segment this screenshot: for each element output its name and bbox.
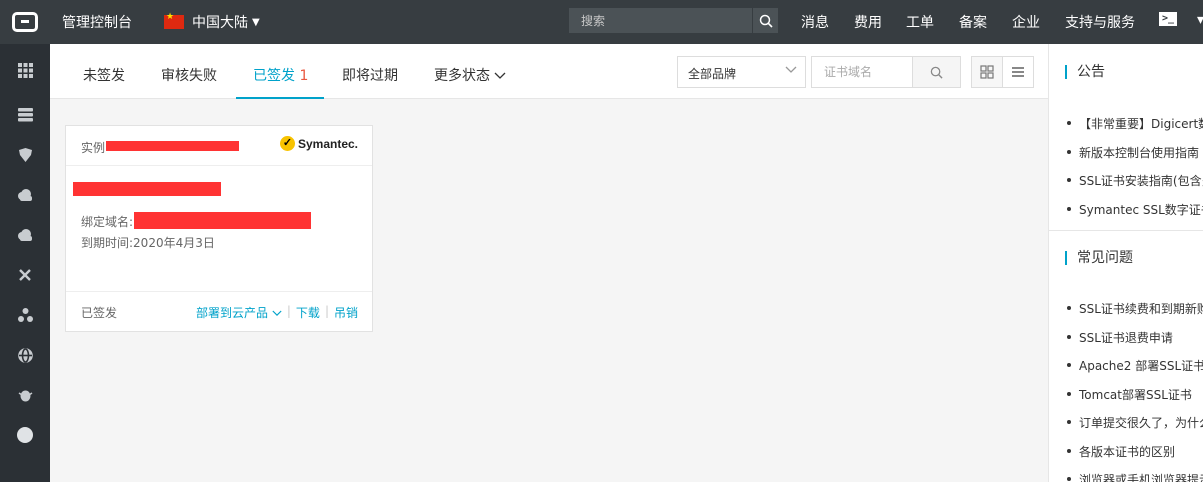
more-icon[interactable]: ▾ [1197, 12, 1203, 28]
redacted-instance-id [106, 141, 239, 151]
cert-domain-input[interactable] [812, 57, 912, 87]
tab-not-issued[interactable]: 未签发 [83, 65, 125, 99]
chevron-down-icon [494, 72, 506, 79]
grid-icon[interactable] [17, 62, 33, 78]
region-label: 中国大陆 [192, 15, 248, 31]
tab-issued[interactable]: 已签发 1 [236, 65, 324, 99]
expiry-label: 到期时间: [81, 236, 134, 250]
main-content: 未签发 审核失败 已签发 1 即将过期 更多状态 全部品牌 实例 ✓ [50, 44, 1048, 482]
console-link[interactable]: 管理控制台 [62, 12, 132, 32]
deploy-to-cloud-link[interactable]: 部署到云产品 [196, 304, 282, 321]
cert-search-button[interactable] [912, 57, 960, 87]
terminal-icon[interactable]: >_ [1159, 12, 1177, 26]
list-view-icon [1012, 67, 1024, 77]
shield-icon[interactable] [17, 147, 33, 163]
announcements-title: 公告 [1065, 65, 1105, 79]
sidebar [0, 44, 50, 482]
list-item[interactable]: Symantec SSL数字证书 [1067, 201, 1203, 230]
network-icon[interactable] [17, 267, 33, 283]
list-item[interactable]: 【非常重要】Digicert数 [1067, 115, 1203, 144]
card-footer: 已签发 部署到云产品 | 下载 | 吊销 [66, 291, 372, 331]
global-search [569, 8, 778, 33]
brand-name: Symantec. [297, 136, 358, 151]
tab-expiring-soon[interactable]: 即将过期 [342, 65, 398, 99]
brand-select-value: 全部品牌 [688, 67, 737, 81]
card-actions: 部署到云产品 | 下载 | 吊销 [196, 304, 358, 321]
list-item[interactable]: SSL证书安装指南(包含多 [1067, 172, 1203, 201]
bug-icon[interactable] [17, 387, 33, 403]
tab-more-status[interactable]: 更多状态 [434, 65, 506, 99]
list-item[interactable]: Tomcat部署SSL证书 [1067, 386, 1203, 415]
tab-label: 已签发 [253, 68, 295, 84]
list-item[interactable]: Apache2 部署SSL证书 [1067, 357, 1203, 386]
caret-down-icon: ▼ [252, 16, 260, 28]
nav-icp[interactable]: 备案 [959, 12, 987, 32]
globe-icon[interactable] [17, 347, 33, 363]
instance-label: 实例 [81, 141, 106, 155]
announcements-list: 【非常重要】Digicert数 新版本控制台使用指南 SSL证书安装指南(包含多… [1067, 115, 1203, 229]
cloud-icon[interactable] [17, 187, 33, 203]
tab-label: 审核失败 [161, 68, 217, 84]
nav-tickets[interactable]: 工单 [906, 12, 934, 32]
grid-view-icon [980, 65, 994, 79]
tab-label: 即将过期 [342, 68, 398, 84]
status-badge: 已签发 [81, 306, 118, 320]
divider: | [286, 304, 291, 318]
certificate-card: 实例 ✓ Symantec. 绑定域名: 到期时间:2020年4月3日 已签发 … [65, 125, 373, 332]
search-icon [930, 66, 943, 79]
nav-support[interactable]: 支持与服务 [1065, 12, 1135, 32]
deploy-label: 部署到云产品 [196, 306, 269, 320]
revoke-link[interactable]: 吊销 [334, 304, 358, 321]
tab-audit-failed[interactable]: 审核失败 [161, 65, 217, 99]
list-item[interactable]: 各版本证书的区别 [1067, 443, 1203, 472]
checkmark-icon: ✓ [279, 136, 295, 151]
nav-messages[interactable]: 消息 [801, 12, 829, 32]
top-navbar: 管理控制台 中国大陆 ▼ 消息 费用 工单 备案 企业 支持与服务 >_ ▾ [0, 0, 1203, 44]
redacted-cert-name [73, 182, 221, 196]
cert-domain-search [811, 56, 961, 88]
chevron-down-icon [272, 310, 282, 316]
list-view-button[interactable] [1002, 56, 1034, 88]
nav-billing[interactable]: 费用 [854, 12, 882, 32]
tab-label: 未签发 [83, 68, 125, 84]
divider: | [324, 304, 329, 318]
redacted-domain [134, 212, 311, 229]
circle-icon[interactable] [17, 427, 33, 443]
cloud-upload-icon[interactable] [17, 227, 33, 243]
faq-title: 常见问题 [1065, 251, 1133, 265]
list-item[interactable]: 订单提交很久了，为什么 [1067, 414, 1203, 443]
list-item[interactable]: SSL证书退费申请 [1067, 329, 1203, 358]
bound-domain-label: 绑定域名: [81, 215, 134, 229]
status-tabs-bar: 未签发 审核失败 已签发 1 即将过期 更多状态 全部品牌 [50, 44, 1048, 99]
list-item[interactable]: 浏览器或手机浏览器提示 [1067, 471, 1203, 482]
search-button[interactable] [752, 8, 778, 33]
expiry-row: 到期时间:2020年4月3日 [81, 234, 215, 251]
tab-count: 1 [299, 68, 309, 84]
expiry-value: 2020年4月3日 [133, 236, 215, 250]
region-selector[interactable]: 中国大陆 ▼ [164, 12, 260, 32]
download-link[interactable]: 下载 [296, 304, 320, 321]
china-flag-icon [164, 12, 184, 29]
server-icon[interactable] [17, 107, 33, 123]
faq-list: SSL证书续费和到期新购 SSL证书退费申请 Apache2 部署SSL证书 T… [1067, 300, 1203, 482]
list-item[interactable]: 新版本控制台使用指南 [1067, 144, 1203, 173]
tab-label: 更多状态 [434, 68, 490, 84]
aliyun-logo[interactable] [0, 0, 50, 44]
right-panel: 公告 【非常重要】Digicert数 新版本控制台使用指南 SSL证书安装指南(… [1048, 44, 1203, 482]
card-header: 实例 ✓ Symantec. [66, 126, 372, 166]
brand-select[interactable]: 全部品牌 [677, 56, 806, 88]
chevron-down-icon [785, 63, 797, 77]
global-search-input[interactable] [569, 8, 752, 33]
nav-enterprise[interactable]: 企业 [1012, 12, 1040, 32]
search-icon [759, 14, 773, 28]
symantec-logo: ✓ Symantec. [279, 136, 358, 151]
logo-icon [12, 12, 38, 32]
divider [1049, 230, 1203, 231]
cluster-icon[interactable] [17, 307, 33, 323]
list-item[interactable]: SSL证书续费和到期新购 [1067, 300, 1203, 329]
grid-view-button[interactable] [971, 56, 1003, 88]
